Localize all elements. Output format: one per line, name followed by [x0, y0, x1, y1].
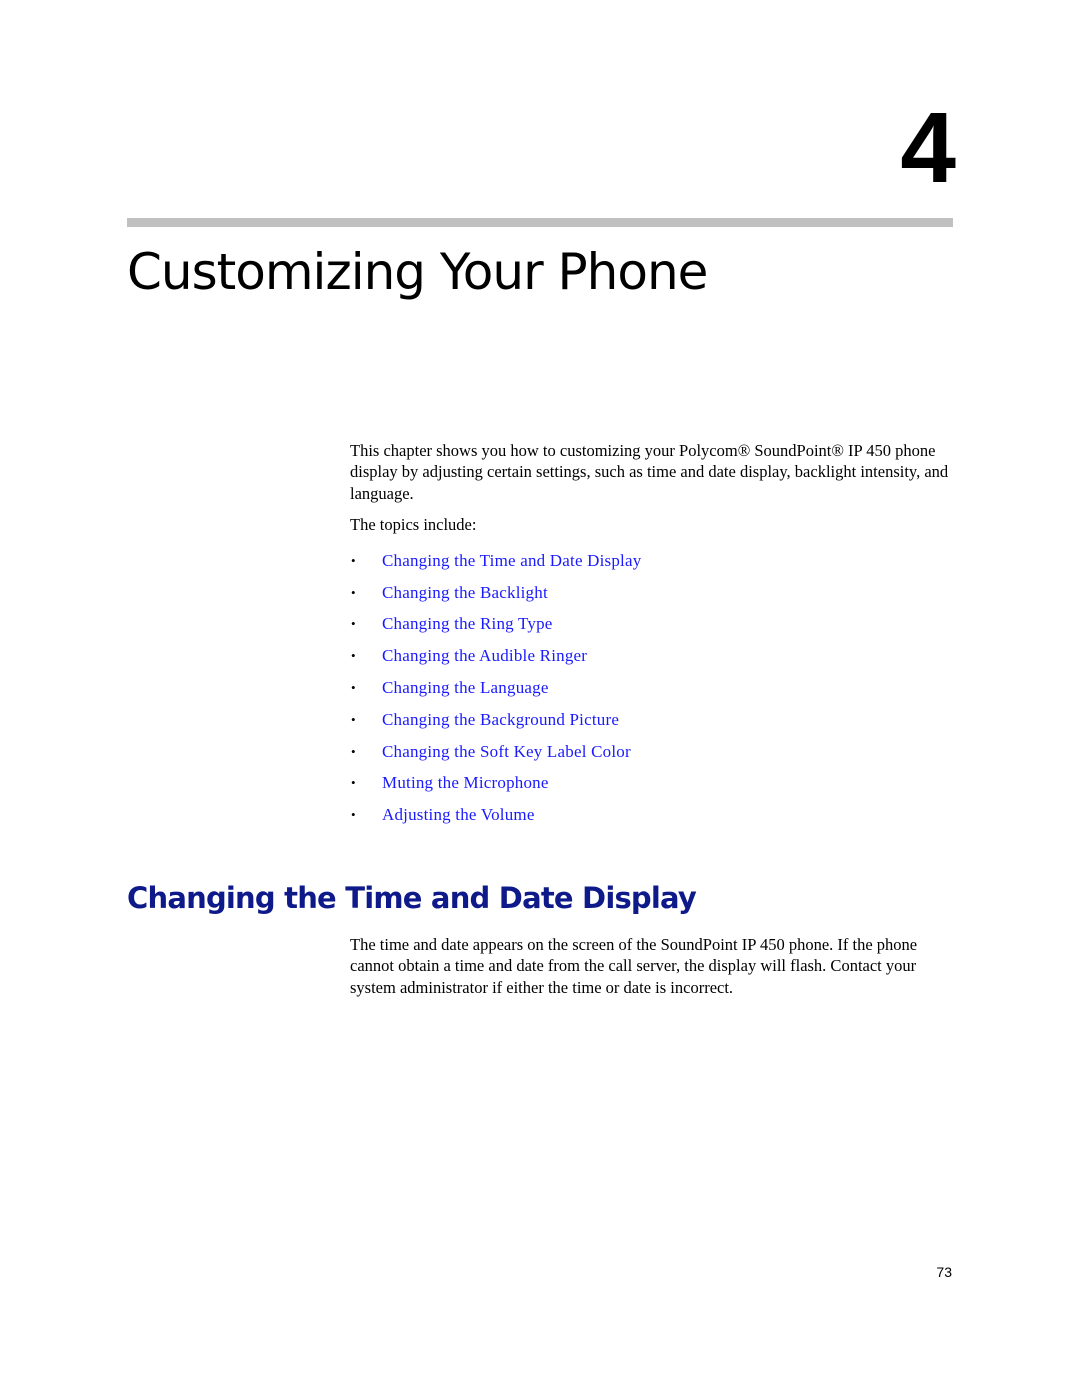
topic-item: • Changing the Time and Date Display [350, 545, 641, 577]
chapter-rule [127, 218, 953, 227]
bullet-icon: • [351, 680, 356, 696]
topic-link-backlight[interactable]: Changing the Backlight [382, 583, 548, 603]
topic-link-background-picture[interactable]: Changing the Background Picture [382, 710, 619, 730]
topic-link-muting-microphone[interactable]: Muting the Microphone [382, 773, 549, 793]
bullet-icon: • [351, 552, 356, 568]
section-paragraph: The time and date appears on the screen … [350, 935, 918, 997]
bullet-icon: • [351, 711, 356, 727]
topic-item: • Changing the Language [350, 672, 641, 704]
bullet-icon: • [351, 616, 356, 632]
bullet-icon: • [351, 775, 356, 791]
topic-link-audible-ringer[interactable]: Changing the Audible Ringer [382, 646, 587, 666]
topic-item: • Changing the Background Picture [350, 704, 641, 736]
section-title: Changing the Time and Date Display [127, 881, 697, 915]
topic-item: • Changing the Ring Type [350, 609, 641, 641]
topic-link-time-date[interactable]: Changing the Time and Date Display [382, 551, 641, 571]
topic-link-adjusting-volume[interactable]: Adjusting the Volume [382, 805, 535, 825]
topic-link-soft-key-label-color[interactable]: Changing the Soft Key Label Color [382, 742, 631, 762]
chapter-title: Customizing Your Phone [127, 243, 708, 301]
topic-link-language[interactable]: Changing the Language [382, 678, 549, 698]
topic-link-ring-type[interactable]: Changing the Ring Type [382, 614, 553, 634]
topic-item: • Changing the Audible Ringer [350, 640, 641, 672]
topic-item: • Adjusting the Volume [350, 799, 641, 831]
bullet-icon: • [351, 584, 356, 600]
topic-item: • Changing the Soft Key Label Color [350, 736, 641, 768]
topics-lead: The topics include: [350, 515, 477, 534]
bullet-icon: • [351, 807, 356, 823]
topics-list: • Changing the Time and Date Display • Cha… [350, 545, 641, 831]
bullet-icon: • [351, 648, 356, 664]
topic-item: • Muting the Microphone [350, 768, 641, 800]
topic-item: • Changing the Backlight [350, 577, 641, 609]
intro-paragraph: This chapter shows you how to customizin… [350, 441, 949, 503]
chapter-number: 4 [900, 92, 956, 204]
page-number: 73 [936, 1264, 952, 1280]
bullet-icon: • [351, 743, 356, 759]
